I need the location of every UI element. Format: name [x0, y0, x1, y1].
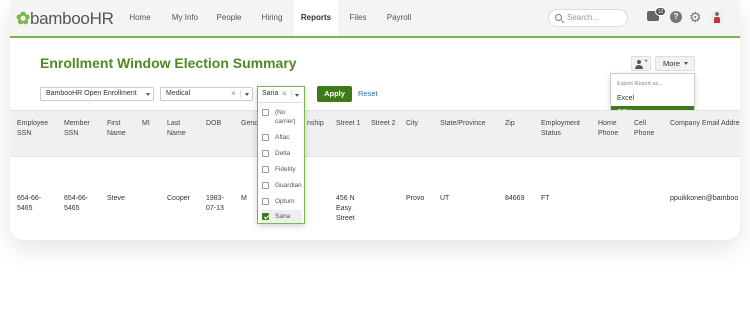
carrier-option-label: (No carrier): [275, 109, 296, 125]
plan-type-select-value: Medical: [166, 90, 191, 97]
search-icon: [555, 14, 562, 21]
search-placeholder: Search...: [567, 13, 600, 22]
apply-button[interactable]: Apply: [317, 86, 352, 102]
checkbox[interactable]: [262, 109, 269, 116]
page-title: Enrollment Window Election Summary: [40, 55, 297, 71]
chevron-down-icon: [245, 93, 249, 96]
plan-type-select[interactable]: Medical ×: [160, 87, 253, 101]
column-header-street-1[interactable]: Street 1: [336, 119, 362, 129]
column-header-member-ssn[interactable]: Member SSN: [64, 119, 98, 139]
carrier-option-label: Optum: [275, 198, 295, 205]
carrier-multiselect-dropdown[interactable]: Sana × (No carrier) Aflac Delta Fidelity…: [257, 86, 305, 224]
checkbox[interactable]: [262, 134, 269, 141]
column-header-company-email[interactable]: Company Email Addre: [670, 119, 740, 129]
column-header-last-name[interactable]: Last Name: [167, 119, 195, 139]
nav-home[interactable]: Home: [118, 0, 162, 36]
checkbox[interactable]: [262, 166, 269, 173]
top-navigation: ✿bambooHR Home My Info People Hiring Rep…: [10, 0, 740, 38]
carrier-option-delta[interactable]: Delta: [261, 149, 302, 160]
chevron-down-icon: [146, 93, 150, 96]
nav-people[interactable]: People: [208, 0, 250, 36]
column-header-first-name[interactable]: First Name: [107, 119, 133, 139]
more-button[interactable]: More: [655, 56, 695, 71]
carrier-option-label: Delta: [275, 150, 291, 157]
column-header-relationship[interactable]: nship: [307, 119, 324, 129]
person-icon-body: [635, 65, 643, 69]
export-excel-option[interactable]: Excel: [611, 92, 694, 105]
reset-link[interactable]: Reset: [358, 89, 378, 98]
column-header-street-2[interactable]: Street 2: [371, 119, 397, 129]
bamboohr-logo[interactable]: ✿bambooHR: [16, 9, 114, 29]
dropdown-divider: [258, 102, 303, 103]
carrier-option-fidelity[interactable]: Fidelity: [261, 165, 302, 176]
enrollment-select[interactable]: BambooHR Open Enrollment: [40, 87, 154, 101]
cell-state: UT: [440, 195, 450, 202]
search-input[interactable]: Search...: [548, 9, 628, 27]
logo-text: bambooHR: [29, 9, 114, 28]
cell-zip: 84669: [505, 195, 525, 202]
cell-employment-status: FT: [541, 195, 550, 202]
cell-member-ssn: 654-66-5465: [64, 195, 89, 212]
cell-first-name: Steve: [107, 195, 125, 202]
cell-last-name: Cooper: [167, 195, 190, 202]
carrier-option-label: Aflac: [275, 134, 290, 141]
leaf-icon: ✿: [16, 9, 30, 28]
carrier-option-optum[interactable]: Optum: [261, 197, 302, 208]
carrier-option-label: Sana: [275, 213, 291, 220]
nav-my-info[interactable]: My Info: [163, 0, 207, 36]
carrier-option-no-carrier[interactable]: (No carrier): [261, 108, 302, 128]
carrier-option-sana[interactable]: Sana: [261, 210, 302, 223]
nav-reports[interactable]: Reports: [294, 0, 338, 36]
cell-gender: M: [241, 195, 247, 202]
person-icon: [637, 60, 641, 64]
clear-icon[interactable]: ×: [282, 89, 287, 98]
checkbox[interactable]: [262, 213, 269, 220]
app-window: ✿bambooHR Home My Info People Hiring Rep…: [10, 0, 740, 240]
column-header-home-phone[interactable]: Home Phone: [598, 119, 626, 139]
carrier-option-guardian[interactable]: Guardian: [261, 181, 302, 192]
cell-street-1: 456 N Easy Street: [336, 195, 355, 222]
column-header-city[interactable]: City: [406, 119, 418, 129]
checkbox[interactable]: [262, 150, 269, 157]
cell-dob: 1983-07-13: [206, 195, 224, 212]
column-header-state-province[interactable]: State/Province: [440, 119, 486, 129]
column-header-employment-status[interactable]: Employment Status: [541, 119, 591, 139]
clear-icon[interactable]: ×: [231, 88, 236, 100]
cell-company-email[interactable]: ppuikkonen@bamboo: [670, 194, 738, 204]
carrier-selected-value: Sana: [262, 90, 279, 97]
carrier-option-label: Guardian: [275, 182, 302, 189]
enrollment-select-value: BambooHR Open Enrollment: [46, 90, 137, 97]
screenshot-stage: ✿bambooHR Home My Info People Hiring Rep…: [0, 0, 750, 311]
cell-employee-ssn: 654-66-5465: [17, 195, 42, 212]
export-menu-header: Export Report as...: [617, 81, 663, 87]
nav-files[interactable]: Files: [339, 0, 377, 36]
checkbox[interactable]: [262, 182, 269, 189]
nav-hiring[interactable]: Hiring: [251, 0, 293, 36]
nav-payroll[interactable]: Payroll: [378, 0, 420, 36]
column-header-gender[interactable]: Gend: [241, 119, 258, 129]
more-label: More: [663, 59, 681, 68]
inbox-count-badge: 12: [655, 7, 666, 16]
select-divider: [291, 90, 292, 98]
chevron-down-icon: [684, 62, 688, 65]
checkbox[interactable]: [262, 198, 269, 205]
carrier-option-aflac[interactable]: Aflac: [261, 133, 302, 144]
column-header-zip[interactable]: Zip: [505, 119, 515, 129]
plus-icon: +: [644, 58, 649, 65]
column-header-employee-ssn[interactable]: Employee SSN: [17, 119, 55, 139]
gear-icon[interactable]: ⚙: [689, 9, 702, 25]
carrier-option-label: Fidelity: [275, 166, 296, 173]
help-icon[interactable]: ?: [670, 11, 682, 23]
chevron-down-icon: [295, 94, 299, 97]
column-header-mi[interactable]: MI: [142, 119, 150, 129]
avatar[interactable]: [711, 10, 723, 24]
column-header-dob[interactable]: DOB: [206, 119, 221, 129]
cell-city: Provo: [406, 195, 425, 202]
select-divider: [240, 90, 241, 98]
column-header-cell-phone[interactable]: Cell Phone: [634, 119, 660, 139]
add-person-button[interactable]: +: [631, 56, 651, 71]
